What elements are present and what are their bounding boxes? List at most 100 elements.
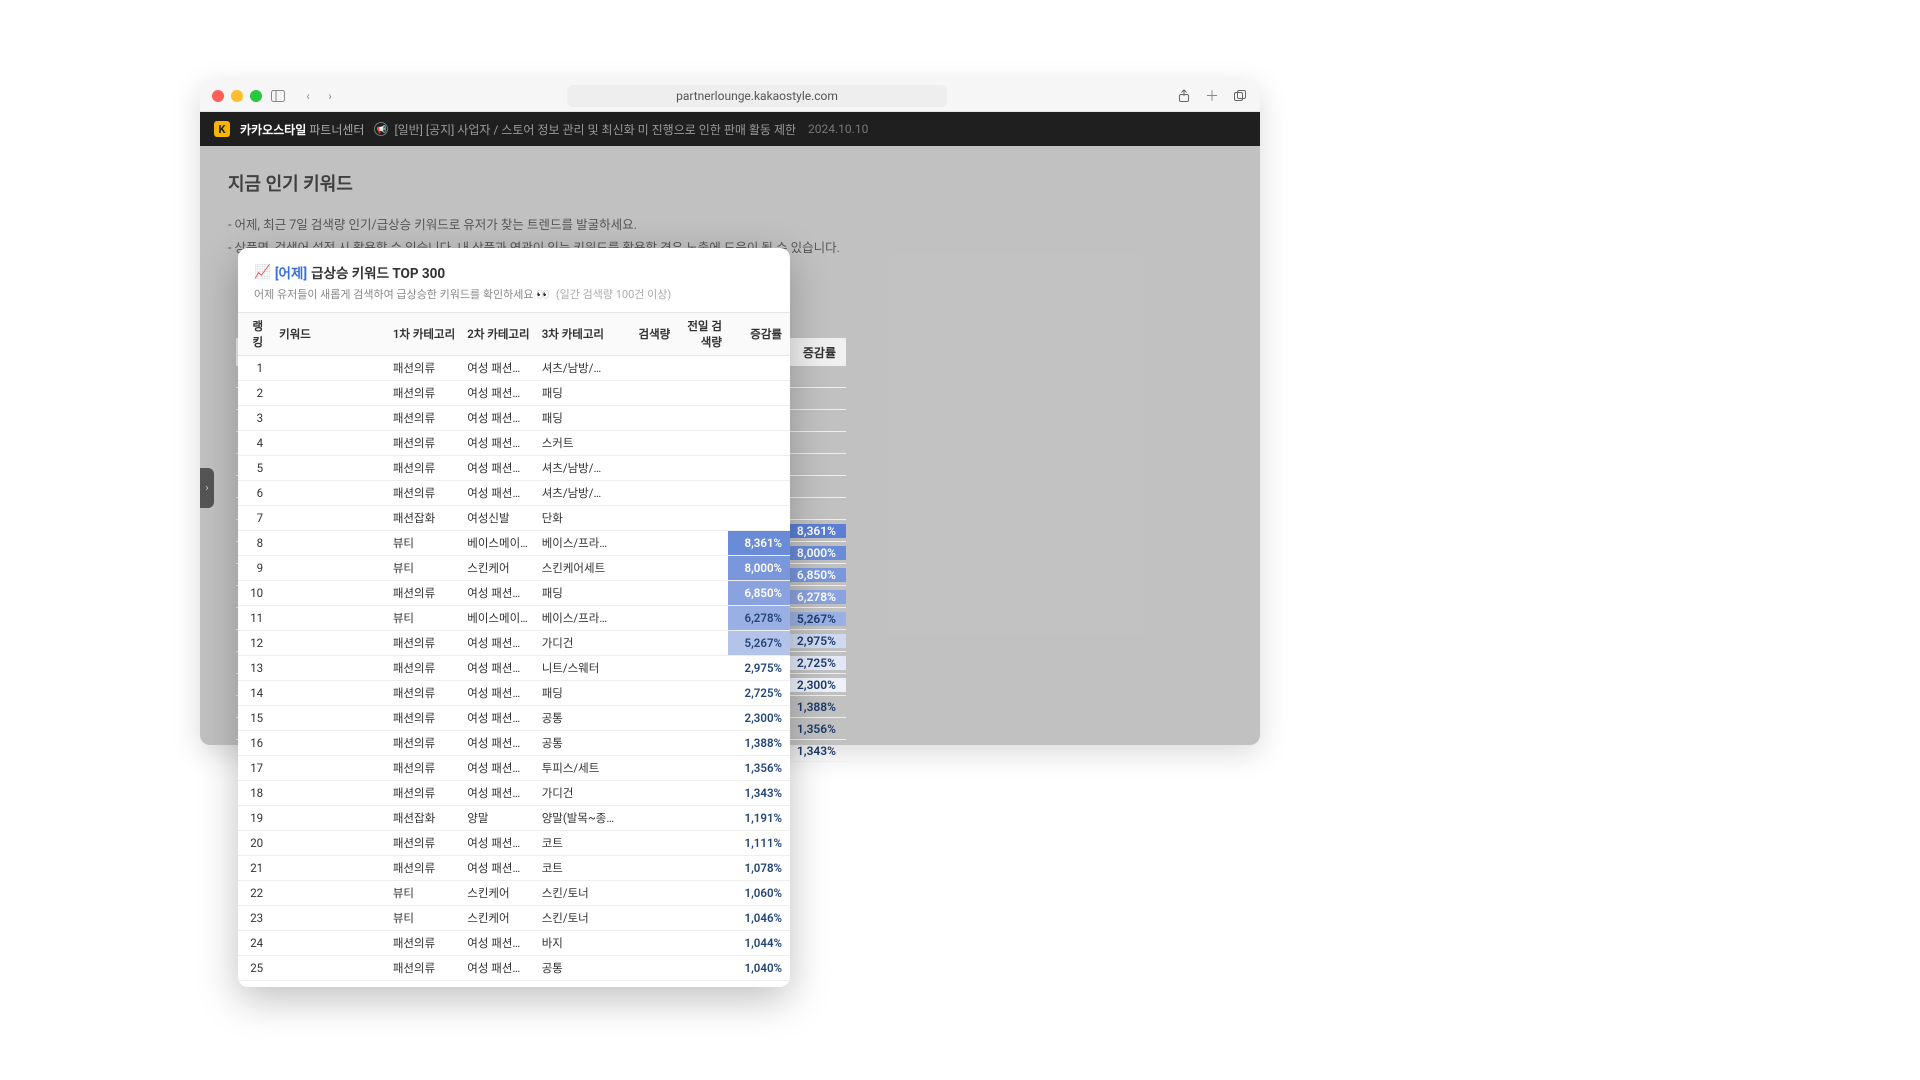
table-row[interactable]: 20패션의류여성 패션의류코트1,111% [238,831,790,856]
cell-prev [676,481,728,506]
cell-change [728,431,790,456]
brand-name: 카카오스타일 [240,123,306,137]
cell-cat1: 패션잡화 [387,506,461,531]
cell-keyword [273,706,387,731]
cell-rank: 5 [238,456,273,481]
notice-banner[interactable]: 📢 [일반] [공지] 사업자 / 스토어 정보 관리 및 최신화 미 진행으로… [374,121,868,138]
close-window-button[interactable] [212,90,224,102]
table-row[interactable]: 19패션잡화양말양말(발목~종…1,191% [238,806,790,831]
cell-cat1: 패션의류 [387,406,461,431]
cell-prev [676,556,728,581]
cell-cat3: 공통 [536,956,625,981]
cell-change: 1,356% [728,756,790,781]
th-cat1[interactable]: 1차 카테고리 [387,313,461,356]
table-row[interactable]: 7패션잡화여성신발단화 [238,506,790,531]
th-keyword[interactable]: 키워드 [273,313,387,356]
th-cat3[interactable]: 3차 카테고리 [536,313,625,356]
cell-keyword [273,456,387,481]
cell-cat3: 패딩 [536,681,625,706]
th-search[interactable]: 검색량 [625,313,677,356]
popup-subtitle: 어제 유저들이 새롭게 검색하여 급상승한 키워드를 확인하세요 👀 (일간 검… [254,286,774,302]
cell-cat3: 공통 [536,706,625,731]
forward-button[interactable]: › [322,88,338,104]
trending-popup: 📈 [어제] 급상승 키워드 TOP 300 어제 유저들이 새롭게 검색하여 … [238,248,790,987]
url-text: partnerlounge.kakaostyle.com [676,89,838,103]
cell-cat1: 패션의류 [387,481,461,506]
table-row[interactable]: 10패션의류여성 패션의류패딩6,850% [238,581,790,606]
cell-prev [676,956,728,981]
cell-keyword [273,581,387,606]
table-row[interactable]: 4패션의류여성 패션의류스커트 [238,431,790,456]
table-row[interactable]: 15패션의류여성 패션의류공통2,300% [238,706,790,731]
th-prev[interactable]: 전일 검색량 [676,313,728,356]
table-row[interactable]: 21패션의류여성 패션의류코트1,078% [238,856,790,881]
cell-keyword [273,556,387,581]
cell-change: 2,300% [728,706,790,731]
table-row[interactable]: 17패션의류여성 패션의류투피스/세트1,356% [238,756,790,781]
cell-prev [676,931,728,956]
cell-cat3: 스커트 [536,431,625,456]
sidebar-toggle-icon[interactable] [270,88,286,104]
cell-keyword [273,831,387,856]
new-tab-icon[interactable]: ＋ [1204,88,1220,104]
window-controls [212,90,262,102]
table-row[interactable]: 9뷰티스킨케어스킨케어세트8,000% [238,556,790,581]
cell-cat3: 패딩 [536,581,625,606]
cell-change [728,356,790,381]
cell-cat2: 여성 패션의류 [461,856,535,881]
notice-text: [일반] [공지] 사업자 / 스토어 정보 관리 및 최신화 미 진행으로 인… [394,121,796,138]
cell-cat2: 여성 패션의류 [461,356,535,381]
cell-cat2: 여성 패션의류 [461,456,535,481]
cell-prev [676,531,728,556]
table-row[interactable]: 22뷰티스킨케어스킨/토너1,060% [238,881,790,906]
table-row[interactable]: 23뷰티스킨케어스킨/토너1,046% [238,906,790,931]
table-row[interactable]: 16패션의류여성 패션의류공통1,388% [238,731,790,756]
cell-prev [676,456,728,481]
cell-search [625,581,677,606]
minimize-window-button[interactable] [231,90,243,102]
cell-prev [676,506,728,531]
table-row[interactable]: 11뷰티베이스메이크업베이스/프라…6,278% [238,606,790,631]
cell-change: 1,044% [728,931,790,956]
table-row[interactable]: 8뷰티베이스메이크업베이스/프라…8,361% [238,531,790,556]
table-row[interactable]: 24패션의류여성 패션의류바지1,044% [238,931,790,956]
cell-cat1: 패션의류 [387,381,461,406]
table-row[interactable]: 3패션의류여성 패션의류패딩 [238,406,790,431]
back-button[interactable]: ‹ [300,88,316,104]
cell-cat1: 패션의류 [387,356,461,381]
cell-cat3: 베이스/프라… [536,606,625,631]
table-row[interactable]: 1패션의류여성 패션의류셔츠/남방/… [238,356,790,381]
address-bar[interactable]: partnerlounge.kakaostyle.com [567,85,947,107]
cell-prev [676,356,728,381]
cell-prev [676,606,728,631]
cell-rank: 19 [238,806,273,831]
maximize-window-button[interactable] [250,90,262,102]
table-row[interactable]: 5패션의류여성 패션의류셔츠/남방/… [238,456,790,481]
cell-rank: 2 [238,381,273,406]
table-row[interactable]: 13패션의류여성 패션의류니트/스웨터2,975% [238,656,790,681]
cell-cat3: 패딩 [536,406,625,431]
table-row[interactable]: 18패션의류여성 패션의류가디건1,343% [238,781,790,806]
table-row[interactable]: 14패션의류여성 패션의류패딩2,725% [238,681,790,706]
tabs-icon[interactable] [1232,88,1248,104]
th-cat2[interactable]: 2차 카테고리 [461,313,535,356]
table-row[interactable]: 2패션의류여성 패션의류패딩 [238,381,790,406]
cell-cat1: 패션의류 [387,831,461,856]
cell-search [625,756,677,781]
table-row[interactable]: 25패션의류여성 패션의류공통1,040% [238,956,790,981]
th-change[interactable]: 증감률 [728,313,790,356]
sidebar-expand-handle[interactable]: › [200,468,214,508]
cell-change: 1,060% [728,881,790,906]
table-row[interactable]: 6패션의류여성 패션의류셔츠/남방/… [238,481,790,506]
cell-change: 6,278% [728,606,790,631]
cell-search [625,456,677,481]
th-rank[interactable]: 랭킹 [238,313,273,356]
cell-cat1: 뷰티 [387,881,461,906]
cell-change [728,406,790,431]
cell-rank: 13 [238,656,273,681]
cell-cat2: 스킨케어 [461,906,535,931]
table-row[interactable]: 12패션의류여성 패션의류가디건5,267% [238,631,790,656]
cell-cat2: 여성 패션의류 [461,381,535,406]
share-icon[interactable] [1176,88,1192,104]
cell-keyword [273,806,387,831]
